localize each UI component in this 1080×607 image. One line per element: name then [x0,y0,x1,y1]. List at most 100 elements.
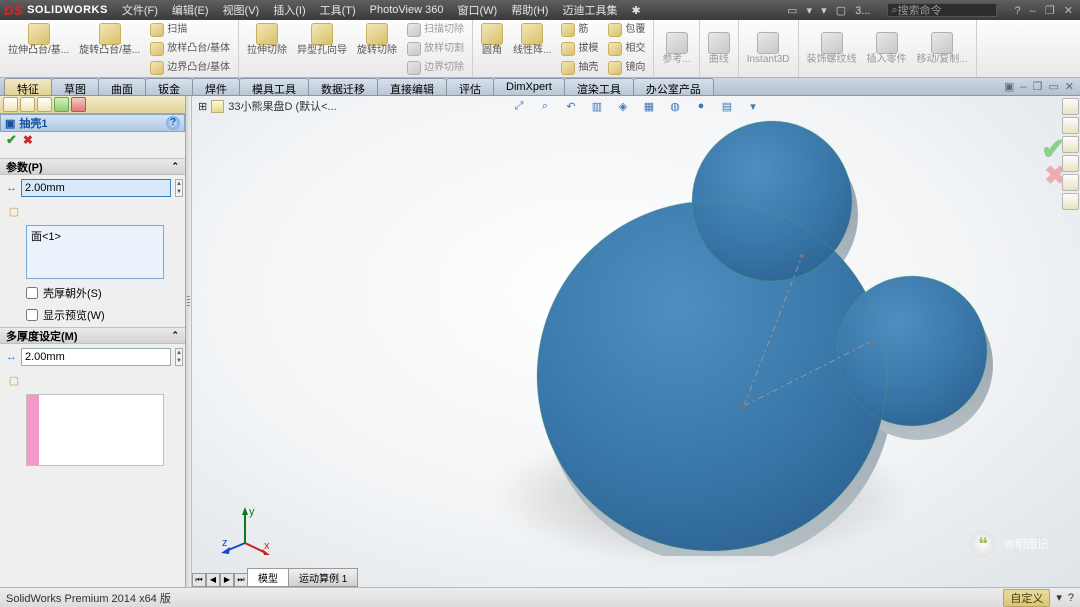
boundary-cut-button[interactable]: 边界切除 [403,59,468,77]
linear-pattern-button[interactable]: 线性阵... [509,21,555,77]
display-style-icon[interactable]: ▦ [641,98,657,114]
expand-icon[interactable]: ⊞ [198,100,207,113]
configuration-tab-icon[interactable] [37,97,52,112]
status-dropdown-icon[interactable]: ▾ [1056,591,1062,604]
sweep-button[interactable]: 扫描 [146,21,234,39]
tab-sheetmetal[interactable]: 钣金 [145,78,193,95]
previous-view-icon[interactable]: ↶ [563,98,579,114]
graphics-viewport[interactable]: ⊞ 33小熊果盘D (默认<... ⤢ ⌕ ↶ ▥ ◈ ▦ ◍ ● ▤ ▾ ✔ … [192,96,1080,587]
tab-evaluate[interactable]: 评估 [446,78,494,95]
view-settings-icon[interactable]: ▾ [745,98,761,114]
multi-thickness-spinner[interactable]: ▲▼ [175,348,183,366]
face-selection-list[interactable]: 面<1> [26,225,164,279]
sweep-cut-button[interactable]: 扫描切除 [403,21,468,39]
tab-tile-icon[interactable]: ▣ [1004,80,1014,93]
menu-photoview[interactable]: PhotoView 360 [370,4,444,16]
feature-tree-tab-icon[interactable] [3,97,18,112]
menu-star[interactable]: ✱ [631,4,640,17]
taskpane-custom-icon[interactable] [1062,193,1079,210]
insert-part-button[interactable]: 插入零件 [863,30,911,67]
view-orientation-icon[interactable]: ◈ [615,98,631,114]
help-icon[interactable]: ? [1014,5,1020,17]
doc-prev[interactable]: ▾ [807,5,813,17]
menu-view[interactable]: 视图(V) [223,2,260,18]
zoom-area-icon[interactable]: ⌕ [537,98,553,114]
taskpane-fileexplorer-icon[interactable] [1062,136,1079,153]
extrude-cut-button[interactable]: 拉伸切除 [243,21,291,58]
close-icon[interactable]: ✕ [1064,5,1073,17]
instant3d-button[interactable]: Instant3D [743,30,794,67]
draft-button[interactable]: 拔模 [557,40,602,58]
tab-datamigration[interactable]: 数据迁移 [308,78,378,95]
model-tab[interactable]: 模型 [247,568,289,587]
move-copy-button[interactable]: 移动/复制... [913,30,972,67]
rib-button[interactable]: 筋 [557,21,602,39]
face-list-item[interactable]: 面<1> [31,231,61,243]
tab-close-icon[interactable]: ✕ [1065,80,1074,93]
tab-scroll-prev[interactable]: ◀ [206,573,220,587]
breadcrumb-label[interactable]: 33小熊果盘D (默认<... [228,98,337,114]
tab-scroll-next[interactable]: ▶ [220,573,234,587]
multi-thickness-input[interactable] [21,348,171,366]
boundary-button[interactable]: 边界凸台/基体 [146,59,234,77]
menu-window[interactable]: 窗口(W) [457,2,497,18]
thickness-spinner[interactable]: ▲▼ [175,179,183,197]
menu-file[interactable]: 文件(F) [122,2,158,18]
pm-cancel-button[interactable]: ✖ [23,133,33,147]
curves-button[interactable]: 曲线 [704,30,734,67]
cosmetic-thread-button[interactable]: 装饰螺纹线 [803,30,861,67]
command-search-input[interactable]: ⌕ 搜索命令 [887,3,997,17]
loft-cut-button[interactable]: 放样切割 [403,40,468,58]
fillet-button[interactable]: 圆角 [477,21,507,77]
dimxpert-tab-icon[interactable] [54,97,69,112]
doc-restore[interactable]: ▢ [836,5,846,17]
tab-surface[interactable]: 曲面 [98,78,146,95]
mirror-button[interactable]: 镜向 [604,59,649,77]
maximize-icon[interactable]: ❐ [1045,5,1055,17]
part-model[interactable] [412,116,1012,556]
shell-button[interactable]: 抽壳 [557,59,602,77]
tab-moldtools[interactable]: 模具工具 [239,78,309,95]
tab-scroll-first[interactable]: ⏮ [192,573,206,587]
taskpane-viewpalette-icon[interactable] [1062,155,1079,172]
hole-wizard-button[interactable]: 异型孔向导 [293,21,351,77]
hide-show-icon[interactable]: ◍ [667,98,683,114]
menu-edit[interactable]: 编辑(E) [172,2,209,18]
show-preview-checkbox[interactable] [26,309,38,321]
display-tab-icon[interactable] [71,97,86,112]
taskpane-designlib-icon[interactable] [1062,117,1079,134]
params-section-header[interactable]: 参数(P) ⌃ [0,158,185,175]
menu-insert[interactable]: 插入(I) [273,2,305,18]
tab-scroll-last[interactable]: ⏭ [234,573,248,587]
menu-maidi[interactable]: 迈迪工具集 [562,2,617,18]
tab-maximize-icon[interactable]: ▭ [1048,80,1058,93]
tab-office[interactable]: 办公室产品 [633,78,714,95]
revolve-cut-button[interactable]: 旋转切除 [353,21,401,77]
multithickness-section-header[interactable]: 多厚度设定(M) ⌃ [0,327,185,344]
view-triad[interactable]: y x z [220,505,270,555]
thickness-input[interactable] [21,179,171,197]
loft-button[interactable]: 放样凸台/基体 [146,40,234,58]
minimize-icon[interactable]: – [1030,5,1036,17]
doc-next[interactable]: ▾ [821,5,827,17]
shell-outward-checkbox[interactable] [26,287,38,299]
taskpane-appearances-icon[interactable] [1062,174,1079,191]
intersect-button[interactable]: 相交 [604,40,649,58]
zoom-fit-icon[interactable]: ⤢ [511,98,527,114]
apply-scene-icon[interactable]: ▤ [719,98,735,114]
edit-appearance-icon[interactable]: ● [693,98,709,114]
tab-rendertools[interactable]: 渲染工具 [564,78,634,95]
pm-ok-button[interactable]: ✔ [6,132,17,148]
multi-face-selection-list[interactable] [26,394,164,466]
section-view-icon[interactable]: ▥ [589,98,605,114]
revolve-boss-button[interactable]: 旋转凸台/基... [75,21,144,77]
menu-tools[interactable]: 工具(T) [320,2,356,18]
tab-directedit[interactable]: 直接编辑 [377,78,447,95]
status-help-icon[interactable]: ? [1068,592,1074,604]
property-manager-tab-icon[interactable] [20,97,35,112]
pm-help-icon[interactable]: ? [166,116,180,130]
reference-geometry-button[interactable]: 参考... [658,30,694,67]
motion-study-tab[interactable]: 运动算例 1 [288,568,358,587]
wrap-button[interactable]: 包覆 [604,21,649,39]
menu-help[interactable]: 帮助(H) [511,2,548,18]
